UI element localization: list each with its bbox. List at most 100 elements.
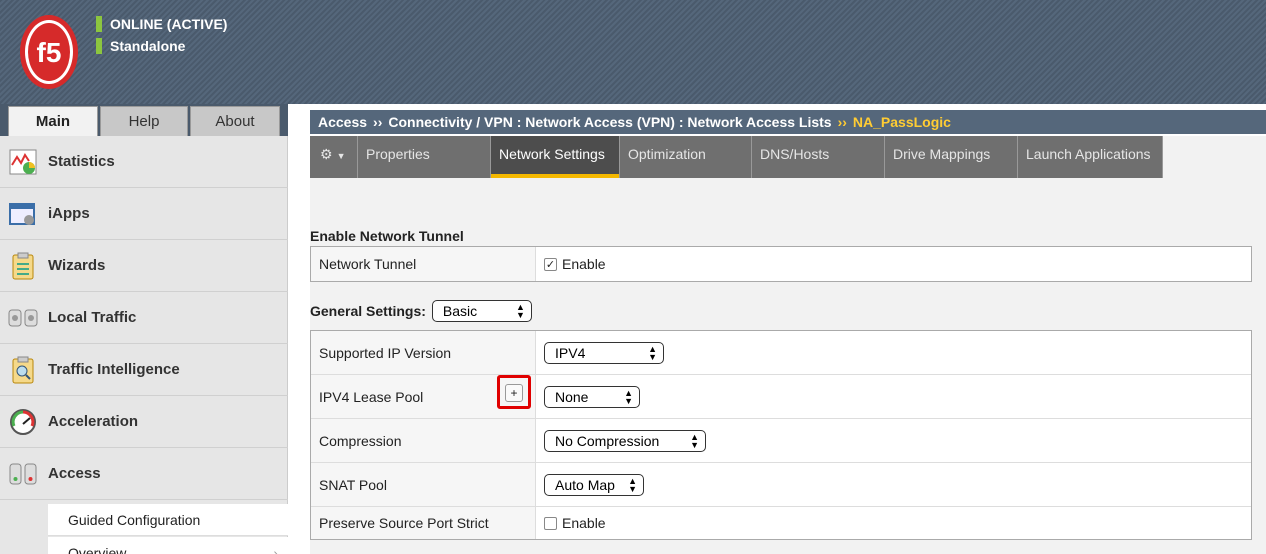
section-title-network-tunnel: Enable Network Tunnel [310, 228, 464, 244]
general-settings-table: Supported IP Version IPV4 ▲ ▼ IPV4 Lease … [310, 330, 1252, 540]
general-settings-mode-select[interactable]: Basic ▲ ▼ [431, 300, 532, 322]
breadcrumb-item-path[interactable]: Connectivity / VPN : Network Access (VPN… [388, 114, 831, 130]
table-row: Network Tunnel ✓ Enable [311, 247, 1251, 281]
network-tunnel-table: Network Tunnel ✓ Enable [310, 246, 1252, 282]
tab-about[interactable]: About [190, 106, 280, 136]
supported-ip-select[interactable]: IPV4 ▲ ▼ [544, 341, 664, 364]
traffic-intelligence-icon [8, 355, 38, 385]
status-mode: Standalone [110, 38, 186, 54]
sidebar-subitem-overview[interactable]: Overview › [48, 537, 288, 554]
network-tunnel-enable-label: Enable [562, 256, 606, 272]
chevron-down-icon: ▼ [336, 151, 346, 161]
lease-pool-value: None ▲ ▼ [536, 375, 1251, 418]
sidebar-item-label: Local Traffic [48, 309, 137, 326]
table-row: Preserve Source Port Strict Enable [311, 507, 1251, 539]
preserve-port-enable-label: Enable [562, 515, 606, 531]
sidebar-item-wizards[interactable]: Wizards [0, 240, 288, 292]
table-row: IPV4 Lease Pool + None ▲ ▼ [311, 375, 1251, 419]
sidebar-item-label: Acceleration [48, 413, 139, 430]
supported-ip-value-text: IPV4 [555, 344, 586, 361]
statistics-icon [8, 147, 38, 177]
select-arrows-icon: ▲ ▼ [516, 302, 525, 320]
access-icon [8, 459, 38, 489]
sidebar-item-acceleration[interactable]: Acceleration [0, 396, 288, 448]
table-row: Supported IP Version IPV4 ▲ ▼ [311, 331, 1251, 375]
snat-pool-value: Auto Map ▲ ▼ [536, 463, 1251, 506]
breadcrumb-separator: ›› [837, 114, 847, 130]
sidebar-subitem-guided-configuration[interactable]: Guided Configuration [48, 504, 288, 536]
acceleration-icon [8, 407, 38, 437]
tab-main[interactable]: Main [8, 106, 98, 136]
sidebar-item-label: Statistics [48, 153, 115, 170]
general-settings-label: General Settings: [310, 303, 426, 319]
network-tunnel-value: ✓ Enable [536, 247, 1251, 281]
select-arrows-icon: ▲ ▼ [628, 475, 637, 494]
tab-network-settings[interactable]: Network Settings [491, 136, 620, 178]
network-tunnel-label: Network Tunnel [311, 247, 536, 281]
breadcrumb-item-access[interactable]: Access [318, 114, 367, 130]
sidebar-item-iapps[interactable]: iApps [0, 188, 288, 240]
tab-help[interactable]: Help [100, 106, 188, 136]
compression-label: Compression [311, 419, 536, 462]
breadcrumb-current: NA_PassLogic [852, 114, 951, 130]
chevron-right-icon: › [273, 544, 278, 554]
sidebar-item-label: iApps [48, 205, 90, 222]
iapps-icon [8, 199, 38, 229]
select-arrows-icon: ▲ ▼ [648, 343, 657, 362]
sidebar-item-statistics[interactable]: Statistics [0, 136, 288, 188]
compression-select[interactable]: No Compression ▲ ▼ [544, 429, 706, 452]
breadcrumb-separator: ›› [373, 114, 383, 130]
main-nav-tabs: Main Help About [0, 104, 288, 136]
tab-properties[interactable]: Properties [358, 136, 491, 178]
status-indicator [96, 38, 102, 54]
sidebar-item-label: Wizards [48, 257, 106, 274]
local-traffic-icon [8, 303, 38, 333]
tab-dns-hosts[interactable]: DNS/Hosts [752, 136, 885, 178]
general-settings-mode-value: Basic [442, 303, 478, 319]
tab-launch-applications[interactable]: Launch Applications [1018, 136, 1163, 178]
f5-logo-icon: f5 [20, 15, 78, 89]
sidebar-item-traffic-intelligence[interactable]: Traffic Intelligence [0, 344, 288, 396]
sidebar: Statistics iApps Wizards Local Traffic T… [0, 136, 288, 554]
network-tunnel-checkbox[interactable]: ✓ [544, 257, 557, 271]
preserve-port-checkbox[interactable] [544, 516, 557, 530]
snat-pool-select[interactable]: Auto Map ▲ ▼ [544, 473, 644, 496]
tab-drive-mappings[interactable]: Drive Mappings [885, 136, 1018, 178]
table-row: Compression No Compression ▲ ▼ [311, 419, 1251, 463]
tab-bar: ⚙ ▼ Properties Network Settings Optimizat… [310, 136, 1266, 178]
status-panel: ONLINE (ACTIVE) Standalone [96, 14, 227, 58]
lease-pool-label: IPV4 Lease Pool [319, 388, 424, 405]
status-indicator [96, 16, 102, 32]
wizards-icon [8, 251, 38, 281]
sidebar-subitem-label: Guided Configuration [68, 511, 201, 528]
select-arrows-icon: ▲ ▼ [690, 431, 699, 450]
compression-value-text: No Compression [555, 432, 660, 449]
app-header: f5 ONLINE (ACTIVE) Standalone [0, 0, 1266, 104]
gear-icon: ⚙ [320, 146, 333, 162]
sidebar-item-access[interactable]: Access [0, 448, 288, 500]
sidebar-subitem-label: Overview [68, 544, 127, 554]
gear-menu-button[interactable]: ⚙ ▼ [310, 136, 358, 178]
tab-optimization[interactable]: Optimization [620, 136, 752, 178]
sidebar-item-label: Traffic Intelligence [48, 361, 180, 378]
sidebar-item-label: Access [48, 465, 101, 482]
sidebar-item-local-traffic[interactable]: Local Traffic [0, 292, 288, 344]
lease-pool-label-cell: IPV4 Lease Pool + [311, 375, 536, 418]
lease-pool-select[interactable]: None ▲ ▼ [544, 385, 640, 408]
logo-text: f5 [37, 37, 62, 68]
main-content: Enable Network Tunnel Network Tunnel ✓ E… [310, 178, 1266, 554]
select-arrows-icon: ▲ ▼ [624, 387, 633, 406]
table-row: SNAT Pool Auto Map ▲ ▼ [311, 463, 1251, 507]
compression-value: No Compression ▲ ▼ [536, 419, 1251, 462]
supported-ip-value: IPV4 ▲ ▼ [536, 331, 1251, 374]
preserve-port-label: Preserve Source Port Strict [311, 507, 536, 539]
breadcrumb: Access ›› Connectivity / VPN : Network A… [310, 110, 1266, 134]
snat-pool-value-text: Auto Map [555, 476, 615, 493]
lease-pool-value-text: None [555, 388, 589, 405]
general-settings-header: General Settings: Basic ▲ ▼ [310, 300, 532, 322]
snat-pool-label: SNAT Pool [311, 463, 536, 506]
add-lease-pool-button[interactable]: + [505, 384, 523, 402]
status-online: ONLINE (ACTIVE) [110, 16, 228, 32]
preserve-port-value: Enable [536, 507, 1251, 539]
supported-ip-label: Supported IP Version [311, 331, 536, 374]
